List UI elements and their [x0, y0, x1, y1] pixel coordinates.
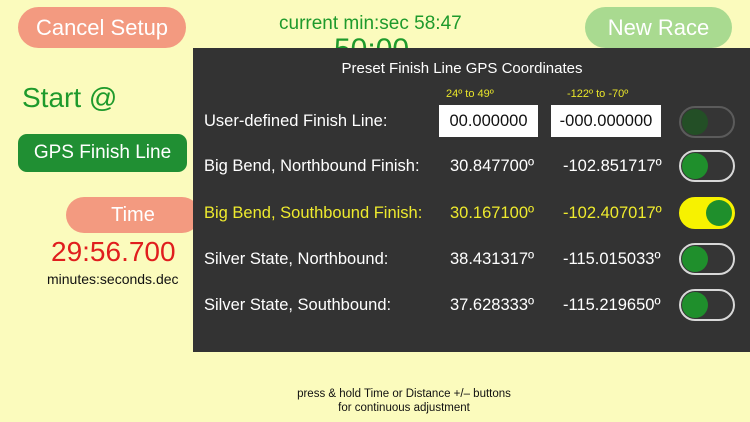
elapsed-time-display: 29:56.700 — [51, 236, 176, 267]
preset-longitude: -115.015033º — [563, 250, 661, 268]
preset-toggle[interactable] — [679, 243, 735, 275]
hint-line-1: press & hold Time or Distance +/– button… — [297, 388, 511, 400]
new-race-button[interactable]: New Race — [585, 7, 732, 48]
toggle-knob — [706, 200, 732, 226]
preset-label: Big Bend, Southbound Finish: — [204, 204, 423, 222]
popup-title: Preset Finish Line GPS Coordinates — [341, 60, 583, 77]
preset-longitude: -115.219650º — [563, 296, 661, 314]
preset-longitude: -102.851717º — [563, 157, 662, 175]
toggle-knob — [682, 109, 708, 135]
hint-line-2: for continuous adjustment — [338, 402, 470, 414]
preset-label: Silver State, Northbound: — [204, 250, 389, 268]
cancel-setup-button[interactable]: Cancel Setup — [18, 7, 186, 48]
preset-longitude: -102.407017º — [563, 204, 662, 222]
preset-toggle[interactable] — [679, 150, 735, 182]
toggle-knob — [682, 246, 708, 272]
time-button[interactable]: Time — [66, 197, 200, 233]
preset-latitude: 30.847700º — [450, 157, 535, 175]
user-latitude-field[interactable]: 00.000000 — [439, 105, 538, 137]
gps-finish-line-button[interactable]: GPS Finish Line — [18, 134, 187, 172]
preset-latitude: 37.628333º — [450, 296, 535, 314]
preset-label: Big Bend, Northbound Finish: — [204, 157, 420, 175]
toggle-knob — [682, 292, 708, 318]
preset-label: Silver State, Southbound: — [204, 296, 392, 314]
preset-latitude: 30.167100º — [450, 204, 535, 222]
time-units-label: minutes:seconds.dec — [47, 271, 179, 287]
preset-toggle[interactable] — [679, 197, 735, 229]
current-time-label: current min:sec 58:47 — [279, 13, 462, 34]
preset-latitude: 38.431317º — [450, 250, 535, 268]
finish-line-popup: Preset Finish Line GPS Coordinates 24º t… — [193, 48, 750, 352]
adjustment-hint: press & hold Time or Distance +/– button… — [0, 387, 750, 415]
user-defined-label: User-defined Finish Line: — [204, 112, 388, 130]
preset-toggle[interactable] — [679, 289, 735, 321]
user-defined-toggle[interactable] — [679, 106, 735, 138]
start-at-label: Start @ — [22, 82, 118, 113]
longitude-range-hint: -122º to -70º — [567, 88, 629, 100]
user-longitude-field[interactable]: -000.000000 — [551, 105, 661, 137]
latitude-range-hint: 24º to 49º — [446, 88, 494, 100]
toggle-knob — [682, 153, 708, 179]
